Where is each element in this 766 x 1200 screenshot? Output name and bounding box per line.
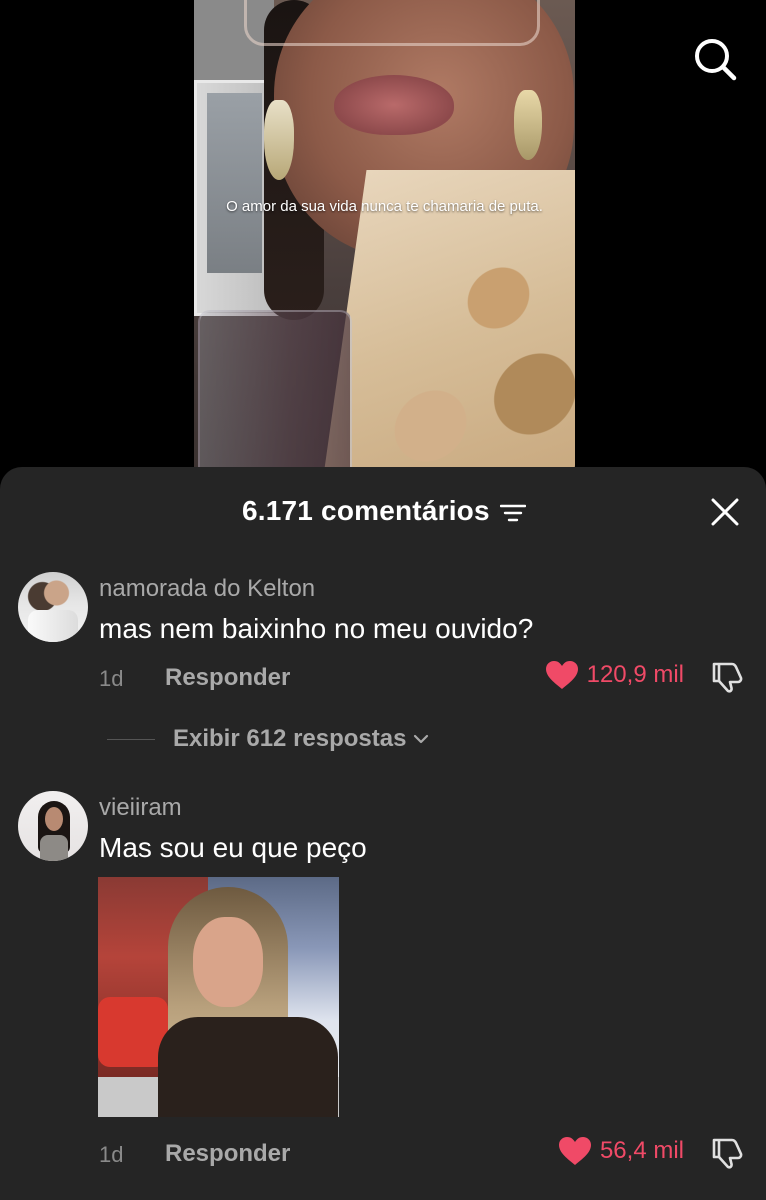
dislike-icon[interactable] bbox=[710, 660, 744, 694]
comment-text: Mas sou eu que peço bbox=[99, 832, 367, 863]
avatar[interactable] bbox=[18, 791, 88, 861]
like-button[interactable]: 56,4 mil bbox=[558, 1136, 684, 1166]
reply-button[interactable]: Responder bbox=[165, 1140, 290, 1168]
search-icon bbox=[695, 39, 737, 81]
chevron-down-icon bbox=[414, 734, 429, 744]
comments-sheet: 6.171 comentários namorada do Kelton mas… bbox=[0, 467, 766, 1200]
comments-count-title: 6.171 comentários bbox=[242, 495, 490, 526]
comment-username[interactable]: vieiiram bbox=[99, 794, 182, 822]
search-button[interactable] bbox=[692, 36, 738, 82]
comment-text: mas nem baixinho no meu ouvido? bbox=[99, 613, 534, 644]
comment-gif-image[interactable] bbox=[98, 877, 339, 1117]
dislike-icon[interactable] bbox=[710, 1136, 744, 1170]
comment-time: 1d bbox=[99, 666, 124, 691]
like-count: 56,4 mil bbox=[599, 1137, 684, 1164]
like-count: 120,9 mil bbox=[586, 661, 684, 688]
comments-header: 6.171 comentários bbox=[0, 467, 766, 557]
heart-icon bbox=[545, 661, 578, 689]
avatar[interactable] bbox=[18, 572, 88, 642]
close-icon[interactable] bbox=[710, 497, 740, 527]
comment-username[interactable]: namorada do Kelton bbox=[99, 575, 315, 603]
video-player[interactable]: O amor da sua vida nunca te chamaria de … bbox=[0, 0, 766, 490]
replies-divider bbox=[107, 738, 155, 740]
reply-button[interactable]: Responder bbox=[165, 664, 290, 692]
view-replies-button[interactable]: Exibir 612 respostas bbox=[107, 725, 430, 753]
like-button[interactable]: 120,9 mil bbox=[545, 660, 684, 690]
video-caption: O amor da sua vida nunca te chamaria de … bbox=[226, 198, 543, 215]
video-frame[interactable] bbox=[194, 0, 575, 470]
filter-icon[interactable] bbox=[500, 503, 526, 523]
comment-time: 1d bbox=[99, 1142, 124, 1167]
heart-icon bbox=[558, 1137, 591, 1165]
view-replies-label: Exibir 612 respostas bbox=[173, 725, 407, 752]
